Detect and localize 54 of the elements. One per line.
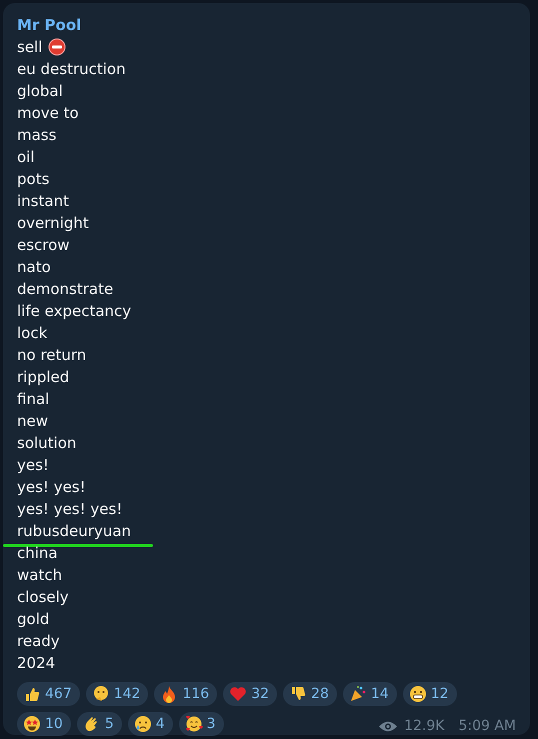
- message-line: yes!: [17, 455, 49, 476]
- message-line: oil: [17, 147, 35, 168]
- message-line: closely: [17, 587, 69, 608]
- reaction-button[interactable]: 116: [154, 682, 218, 706]
- thumbs-up-icon: [23, 685, 41, 703]
- message-line: nato: [17, 257, 51, 278]
- message-line: rippled: [17, 367, 70, 388]
- reaction-button[interactable]: 10: [17, 712, 71, 736]
- message-line: final: [17, 389, 50, 410]
- message-line: eu destruction: [17, 59, 126, 80]
- message-line: 2024: [17, 653, 56, 674]
- message-line: ready: [17, 631, 60, 652]
- message-line: escrow: [17, 235, 70, 256]
- heart-icon: [229, 685, 248, 703]
- thinking-face-icon: [92, 685, 110, 703]
- sad-face-icon: [134, 715, 152, 733]
- message-line: yes! yes!: [17, 477, 86, 498]
- message-line: pots: [17, 169, 50, 190]
- message-line: solution: [17, 433, 76, 454]
- reaction-button[interactable]: 12: [402, 682, 457, 706]
- message-line: rubusdeuryuan: [17, 521, 132, 542]
- smiling-face-hearts-icon: [184, 715, 203, 733]
- message-line: yes! yes! yes!: [17, 499, 122, 520]
- reaction-button[interactable]: 32: [223, 682, 278, 706]
- reaction-button[interactable]: 142: [86, 682, 148, 706]
- view-count: 12.9K: [404, 718, 444, 734]
- star-eyes-face-icon: [23, 715, 41, 733]
- message-line: overnight: [17, 213, 89, 234]
- reaction-button[interactable]: 4: [128, 712, 173, 736]
- message-line: lock: [17, 323, 48, 344]
- eye-icon: [378, 720, 398, 732]
- message-line: no return: [17, 345, 86, 366]
- reaction-button[interactable]: 5: [76, 712, 122, 736]
- message-line: mass: [17, 125, 56, 146]
- message-line: watch: [17, 565, 62, 586]
- grinning-face-icon: [408, 685, 427, 703]
- message-line: global: [17, 81, 63, 102]
- reaction-button[interactable]: 3: [178, 712, 224, 736]
- party-popper-icon: [348, 685, 367, 703]
- message-line: sell: [17, 37, 42, 58]
- message-line: move to: [17, 103, 79, 124]
- thumbs-down-icon: [289, 685, 308, 703]
- message-line: gold: [17, 609, 50, 630]
- sender-name[interactable]: Mr Pool: [17, 14, 530, 36]
- reaction-button[interactable]: 28: [283, 682, 337, 706]
- no-entry-icon: [48, 38, 66, 56]
- message-line: china: [17, 543, 58, 564]
- message-time: 5:09 AM: [458, 718, 516, 734]
- message-line: new: [17, 411, 48, 432]
- reaction-button[interactable]: 467: [17, 682, 80, 706]
- reaction-button[interactable]: 14: [342, 682, 397, 706]
- message-line: instant: [17, 191, 69, 212]
- message-line: demonstrate: [17, 279, 114, 300]
- message-line: life expectancy: [17, 301, 132, 322]
